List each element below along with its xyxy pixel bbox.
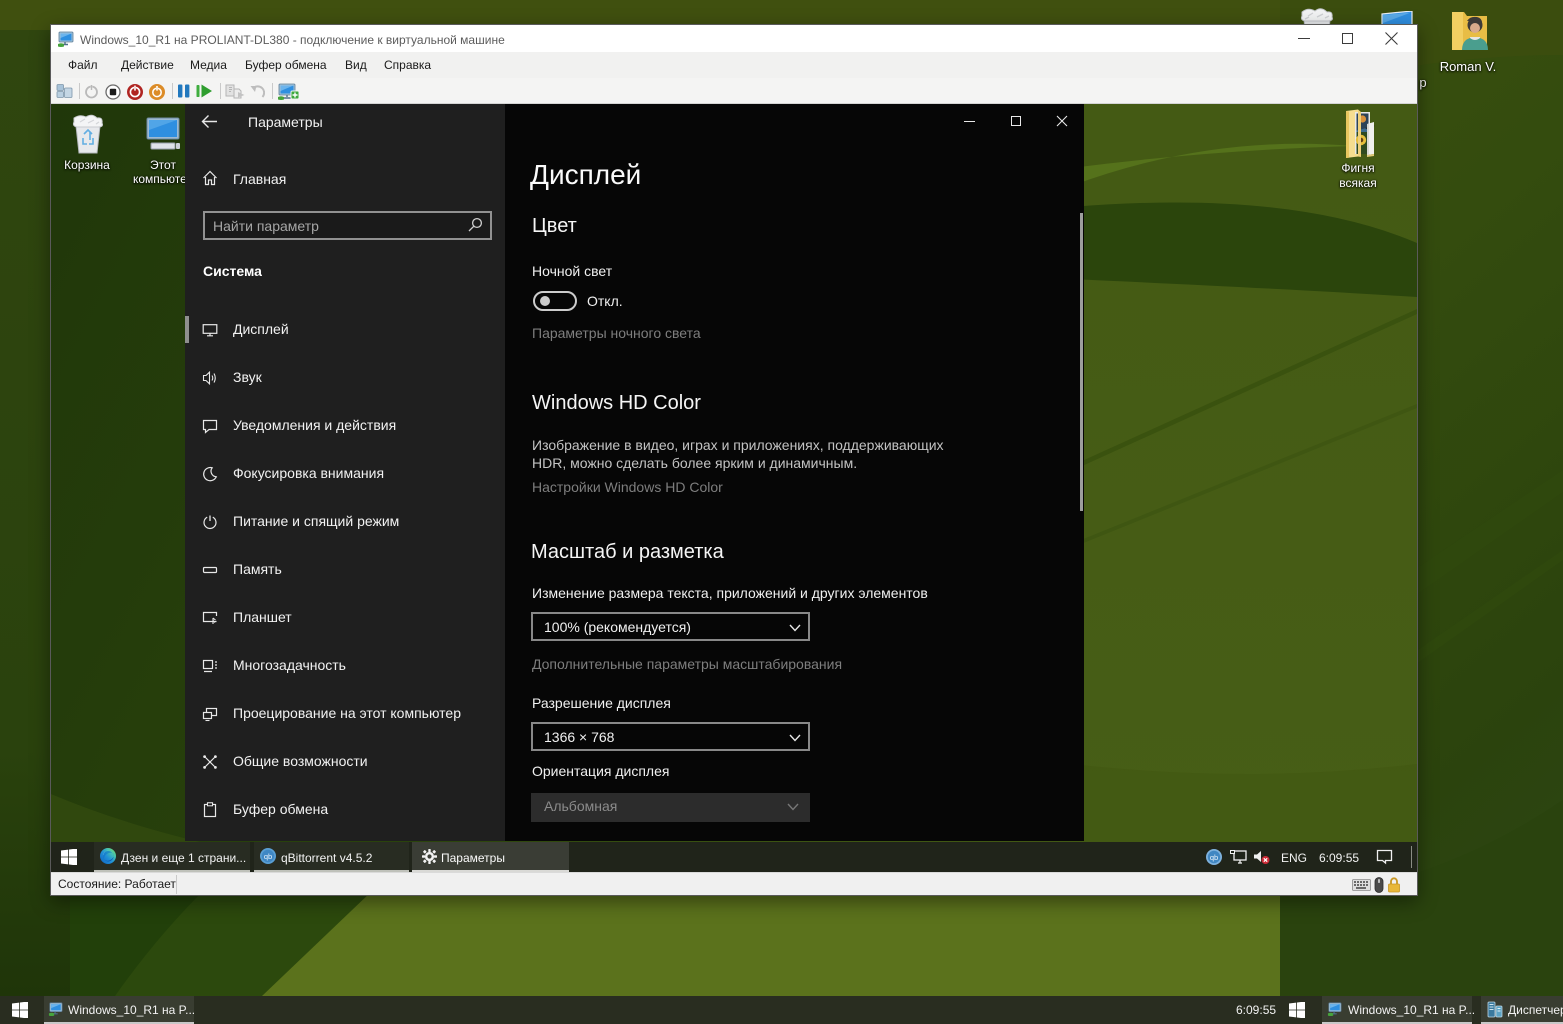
svg-text:qb: qb xyxy=(1210,853,1218,862)
svg-text:qb: qb xyxy=(264,852,272,861)
